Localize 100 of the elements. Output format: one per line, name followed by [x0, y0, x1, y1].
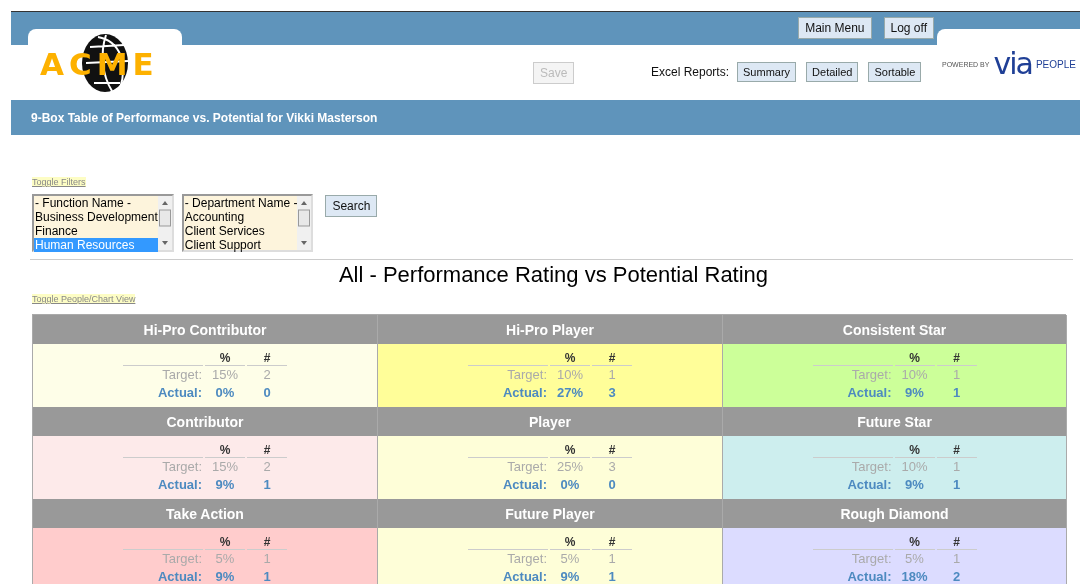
- box-title: Future Star: [857, 413, 932, 430]
- search-button[interactable]: Search: [325, 195, 378, 217]
- row-label: Target:: [850, 550, 893, 568]
- column-header: %: [550, 349, 590, 366]
- row-label: Actual:: [846, 384, 893, 402]
- percent-value: 15%: [211, 366, 239, 384]
- percent-value: 18%: [900, 568, 929, 584]
- column-header: %: [205, 533, 245, 550]
- row-label: Actual:: [501, 568, 548, 584]
- count-value: 3: [607, 384, 617, 402]
- toggle-view-link[interactable]: Toggle People/Chart View: [32, 294, 136, 304]
- percent-value: 9%: [214, 476, 236, 494]
- row-label: Actual:: [156, 384, 203, 402]
- row-label: Actual:: [501, 384, 548, 402]
- count-value: 1: [951, 366, 962, 384]
- row-label: Target:: [850, 458, 893, 476]
- percent-value: 5%: [904, 550, 925, 568]
- column-header: #: [592, 441, 632, 458]
- row-label: Target:: [506, 458, 548, 476]
- count-value: 0: [607, 476, 617, 494]
- toggle-filters-link[interactable]: Toggle Filters: [32, 177, 86, 187]
- row-label: Actual:: [501, 476, 548, 494]
- column-header: #: [936, 441, 977, 458]
- row-label: Target:: [161, 550, 203, 568]
- count-value: 1: [262, 568, 272, 584]
- report-button[interactable]: Detailed: [806, 62, 859, 82]
- percent-value: 0%: [214, 384, 236, 402]
- percent-value: 5%: [214, 550, 236, 568]
- column-header: %: [894, 349, 935, 366]
- box-title: Future Player: [505, 505, 595, 522]
- column-header: #: [592, 349, 632, 366]
- list-option[interactable]: Accounting: [183, 210, 298, 224]
- row-label: Target:: [850, 366, 893, 384]
- list-option[interactable]: Client Services: [183, 224, 298, 238]
- count-value: 1: [951, 476, 962, 494]
- box-title: Take Action: [166, 505, 244, 522]
- count-value: 1: [262, 550, 272, 568]
- percent-value: 15%: [211, 458, 239, 476]
- row-label: Actual:: [156, 476, 203, 494]
- column-header: #: [247, 441, 287, 458]
- box-title: Hi-Pro Player: [506, 321, 594, 338]
- row-label: Actual:: [846, 476, 893, 494]
- percent-value: 9%: [904, 476, 925, 494]
- box-title: Player: [528, 413, 571, 430]
- list-option[interactable]: Client Support: [183, 238, 298, 252]
- count-value: 1: [607, 568, 617, 584]
- filter-listbox[interactable]: - Department Name - Accounting Client Services Client Support: [181, 194, 314, 252]
- percent-value: 25%: [556, 458, 584, 476]
- column-header: %: [205, 441, 245, 458]
- list-option[interactable]: - Department Name -: [183, 196, 298, 210]
- column-header: #: [936, 533, 977, 550]
- column-header: %: [205, 349, 245, 366]
- count-value: 1: [262, 476, 272, 494]
- count-value: 2: [262, 458, 272, 476]
- percent-value: 10%: [556, 366, 584, 384]
- list-option[interactable]: - Function Name -: [34, 196, 158, 210]
- count-value: 2: [951, 568, 962, 584]
- column-header: %: [550, 533, 590, 550]
- count-value: 1: [607, 366, 617, 384]
- column-header: #: [247, 533, 287, 550]
- count-value: 2: [262, 366, 272, 384]
- report-button[interactable]: Sortable: [868, 62, 922, 82]
- count-value: 1: [951, 550, 962, 568]
- count-value: 1: [607, 550, 617, 568]
- row-label: Target:: [161, 366, 203, 384]
- column-header: %: [894, 441, 935, 458]
- percent-value: 0%: [559, 476, 581, 494]
- percent-value: 9%: [214, 568, 236, 584]
- row-label: Target:: [506, 366, 548, 384]
- box-title: Contributor: [166, 413, 244, 430]
- filter-listbox[interactable]: - Function Name - Business Development Finance Human Resources: [32, 194, 174, 252]
- percent-value: 10%: [900, 458, 929, 476]
- column-header: #: [936, 349, 977, 366]
- nav-button[interactable]: Main Menu: [798, 17, 872, 39]
- box-title: Rough Diamond: [840, 505, 949, 522]
- column-header: %: [894, 533, 935, 550]
- row-label: Target:: [506, 550, 548, 568]
- row-label: Actual:: [846, 568, 893, 584]
- row-label: Target:: [161, 458, 203, 476]
- list-option[interactable]: Business Development: [34, 210, 158, 224]
- nav-button[interactable]: Log off: [883, 17, 934, 39]
- page-title: 9-Box Table of Performance vs. Potential for Vikki Masterson: [31, 110, 378, 125]
- excel-reports-label: Excel Reports:: [651, 65, 730, 79]
- percent-value: 9%: [559, 568, 581, 584]
- column-header: %: [550, 441, 590, 458]
- column-header: #: [592, 533, 632, 550]
- row-label: Actual:: [156, 568, 203, 584]
- report-button[interactable]: Summary: [737, 62, 797, 82]
- brand-logo: via: [993, 49, 1032, 79]
- count-value: 0: [262, 384, 272, 402]
- box-title: Consistent Star: [842, 321, 947, 338]
- count-value: 1: [951, 458, 962, 476]
- percent-value: 9%: [904, 384, 925, 402]
- percent-value: 27%: [556, 384, 584, 402]
- percent-value: 10%: [900, 366, 929, 384]
- brand-suffix: PEOPLE: [1035, 58, 1076, 70]
- column-header: #: [247, 349, 287, 366]
- list-option[interactable]: Finance: [34, 224, 158, 238]
- count-value: 1: [951, 384, 962, 402]
- percent-value: 5%: [559, 550, 581, 568]
